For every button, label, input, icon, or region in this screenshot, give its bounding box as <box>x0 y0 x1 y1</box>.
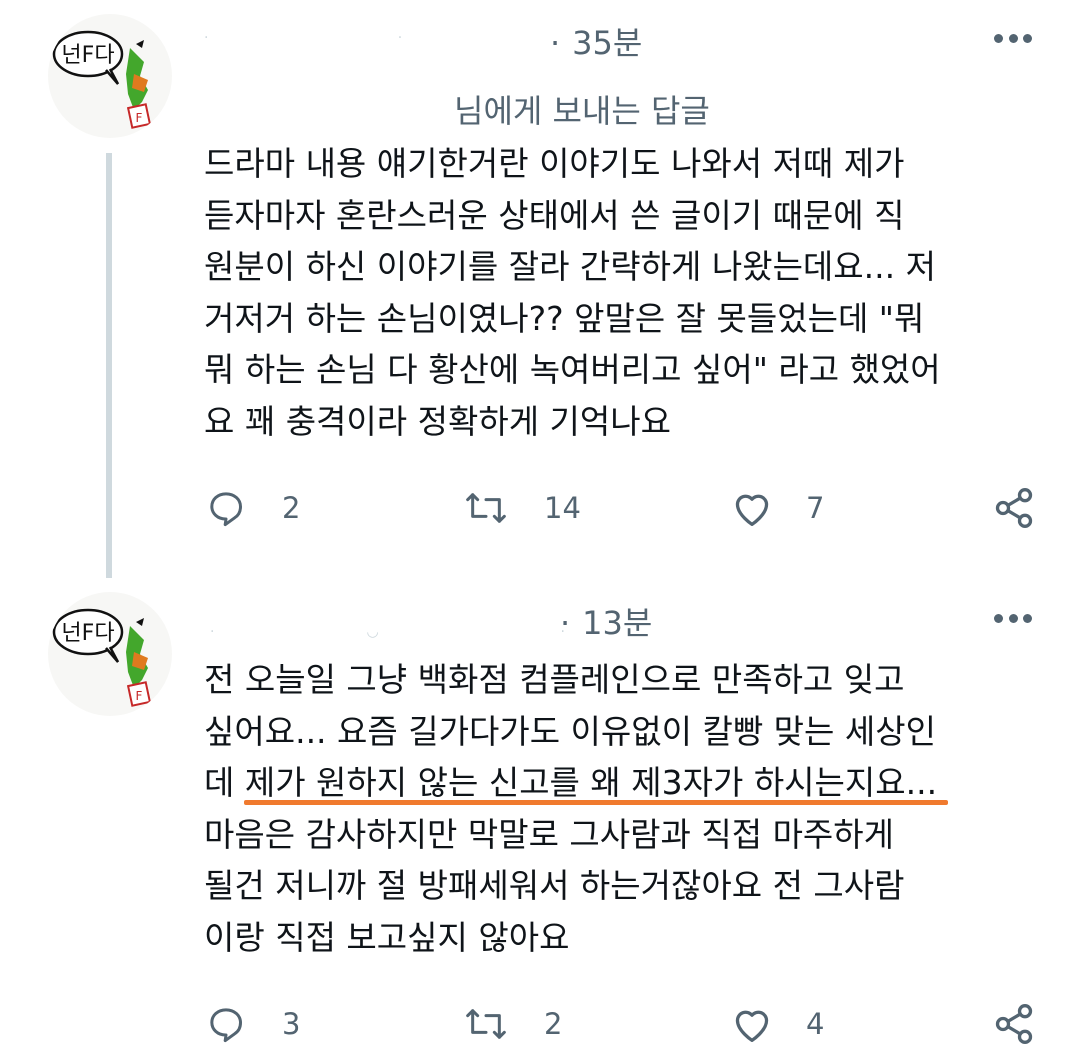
display-name[interactable]: · ◡ · <box>210 624 568 640</box>
tweet-2[interactable]: 넌F다 F · ◡ · · 13분 전 오늘일 그냥 백화점 컴플레인으로 만족하… <box>0 580 1080 1053</box>
like-icon <box>735 1010 769 1042</box>
reply-to-text: 님에게 보내는 답글 <box>454 92 710 130</box>
time-label: 35분 <box>572 24 643 62</box>
meta-dot: · <box>560 604 571 642</box>
tweet-1[interactable]: 넌F다 F · · · 35분 님에게 보내는 답글 드라마 내용 얘기한거란 이… <box>0 0 1080 580</box>
retweet-button[interactable]: 14 <box>464 488 581 528</box>
timestamp[interactable]: · 35분 <box>550 18 642 64</box>
like-count: 4 <box>806 1007 825 1041</box>
tweet-text: 전 오늘일 그냥 백화점 컴플레인으로 만족하고 잊고 싶어요... 요즘 길가… <box>204 660 938 957</box>
display-name[interactable]: · · <box>204 30 405 46</box>
share-button[interactable] <box>992 1002 1036 1046</box>
avatar-speech-text: 넌F다 <box>61 621 114 646</box>
highlight-underline <box>244 800 948 805</box>
reply-count: 2 <box>282 491 301 525</box>
avatar-image: 넌F다 F <box>52 30 152 129</box>
time-label: 13분 <box>582 604 653 642</box>
avatar-image: 넌F다 F <box>52 608 152 707</box>
reply-button[interactable]: 3 <box>206 1004 300 1044</box>
tweet-text: 드라마 내용 얘기한거란 이야기도 나와서 저때 제가 듣자마자 혼란스러운 상… <box>204 144 941 441</box>
timestamp[interactable]: · 13분 <box>560 598 652 644</box>
reply-button[interactable]: 2 <box>206 488 300 528</box>
like-button[interactable]: 4 <box>730 1004 824 1044</box>
avatar[interactable]: 넌F다 F <box>48 592 172 716</box>
avatar[interactable]: 넌F다 F <box>48 14 172 138</box>
retweet-count: 14 <box>544 491 581 525</box>
thread-line <box>106 153 112 578</box>
share-icon <box>995 1004 1033 1044</box>
avatar-badge: F <box>136 689 143 703</box>
retweet-icon <box>466 493 506 523</box>
more-icon[interactable] <box>994 32 1032 44</box>
retweet-count: 2 <box>544 1007 563 1041</box>
avatar-speech-text: 넌F다 <box>61 43 114 68</box>
avatar-badge: F <box>136 111 143 125</box>
more-icon[interactable] <box>994 612 1032 624</box>
reply-count: 3 <box>282 1007 301 1041</box>
retweet-button[interactable]: 2 <box>464 1004 562 1044</box>
reply-to-label[interactable]: 님에게 보내는 답글 <box>454 86 710 132</box>
reply-icon <box>210 492 242 527</box>
like-icon <box>735 494 769 526</box>
like-button[interactable]: 7 <box>730 488 824 528</box>
retweet-icon <box>466 1009 506 1039</box>
meta-dot: · <box>550 24 561 62</box>
reply-icon <box>210 1008 242 1043</box>
share-button[interactable] <box>992 486 1036 530</box>
share-icon <box>995 488 1033 528</box>
like-count: 7 <box>806 491 825 525</box>
